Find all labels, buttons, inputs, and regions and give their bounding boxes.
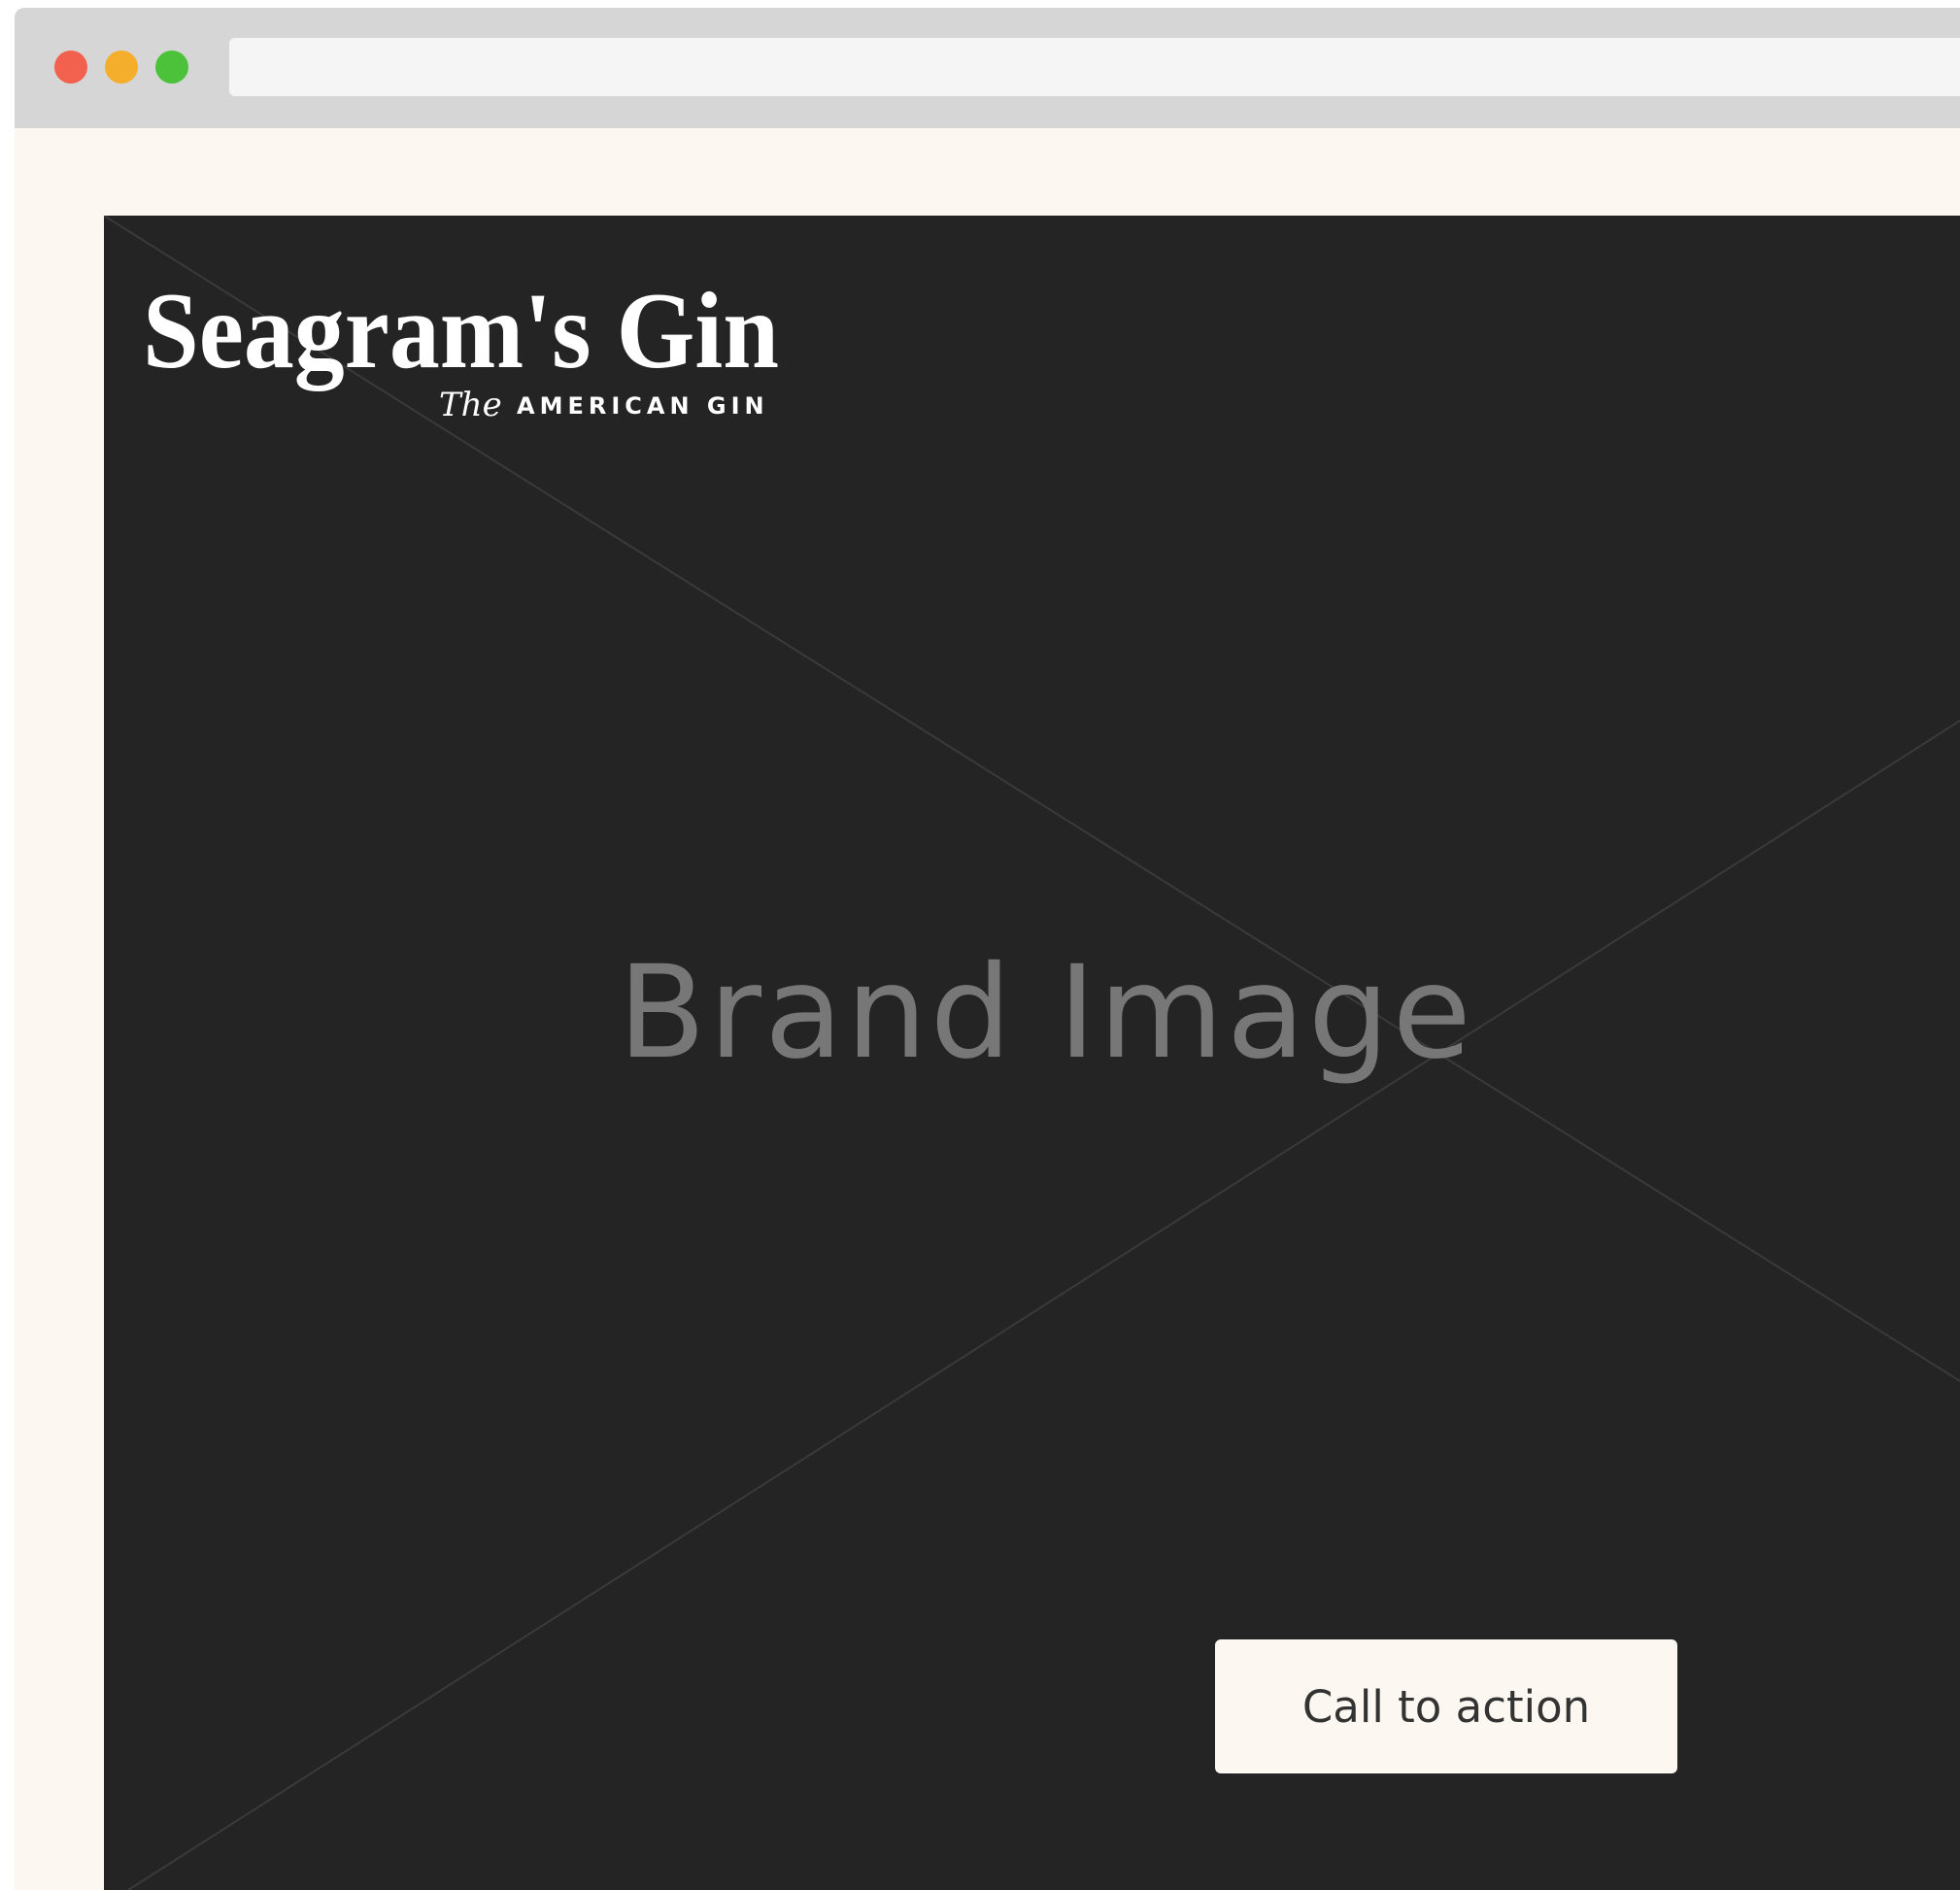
logo-wordmark: Seagram's Gin — [143, 271, 779, 391]
maximize-window-button[interactable] — [155, 51, 188, 84]
brand-logo: Seagram's Gin The AMERICAN GIN — [143, 271, 779, 424]
brand-image-placeholder-label: Brand Image — [618, 938, 1474, 1088]
browser-window: Seagram's Gin The AMERICAN GIN Brand Ima… — [15, 8, 1960, 1890]
minimize-window-button[interactable] — [105, 51, 138, 84]
call-to-action-button[interactable]: Call to action — [1215, 1639, 1677, 1773]
address-bar[interactable] — [229, 38, 1960, 96]
logo-tagline: AMERICAN GIN — [517, 392, 769, 420]
close-window-button[interactable] — [54, 51, 87, 84]
placeholder-diagonal-line — [126, 720, 1960, 1890]
browser-title-bar — [15, 8, 1960, 128]
page-content: Seagram's Gin The AMERICAN GIN Brand Ima… — [15, 128, 1960, 1890]
logo-tagline-prefix: The — [439, 386, 502, 424]
hero-panel: Seagram's Gin The AMERICAN GIN Brand Ima… — [104, 216, 1960, 1890]
